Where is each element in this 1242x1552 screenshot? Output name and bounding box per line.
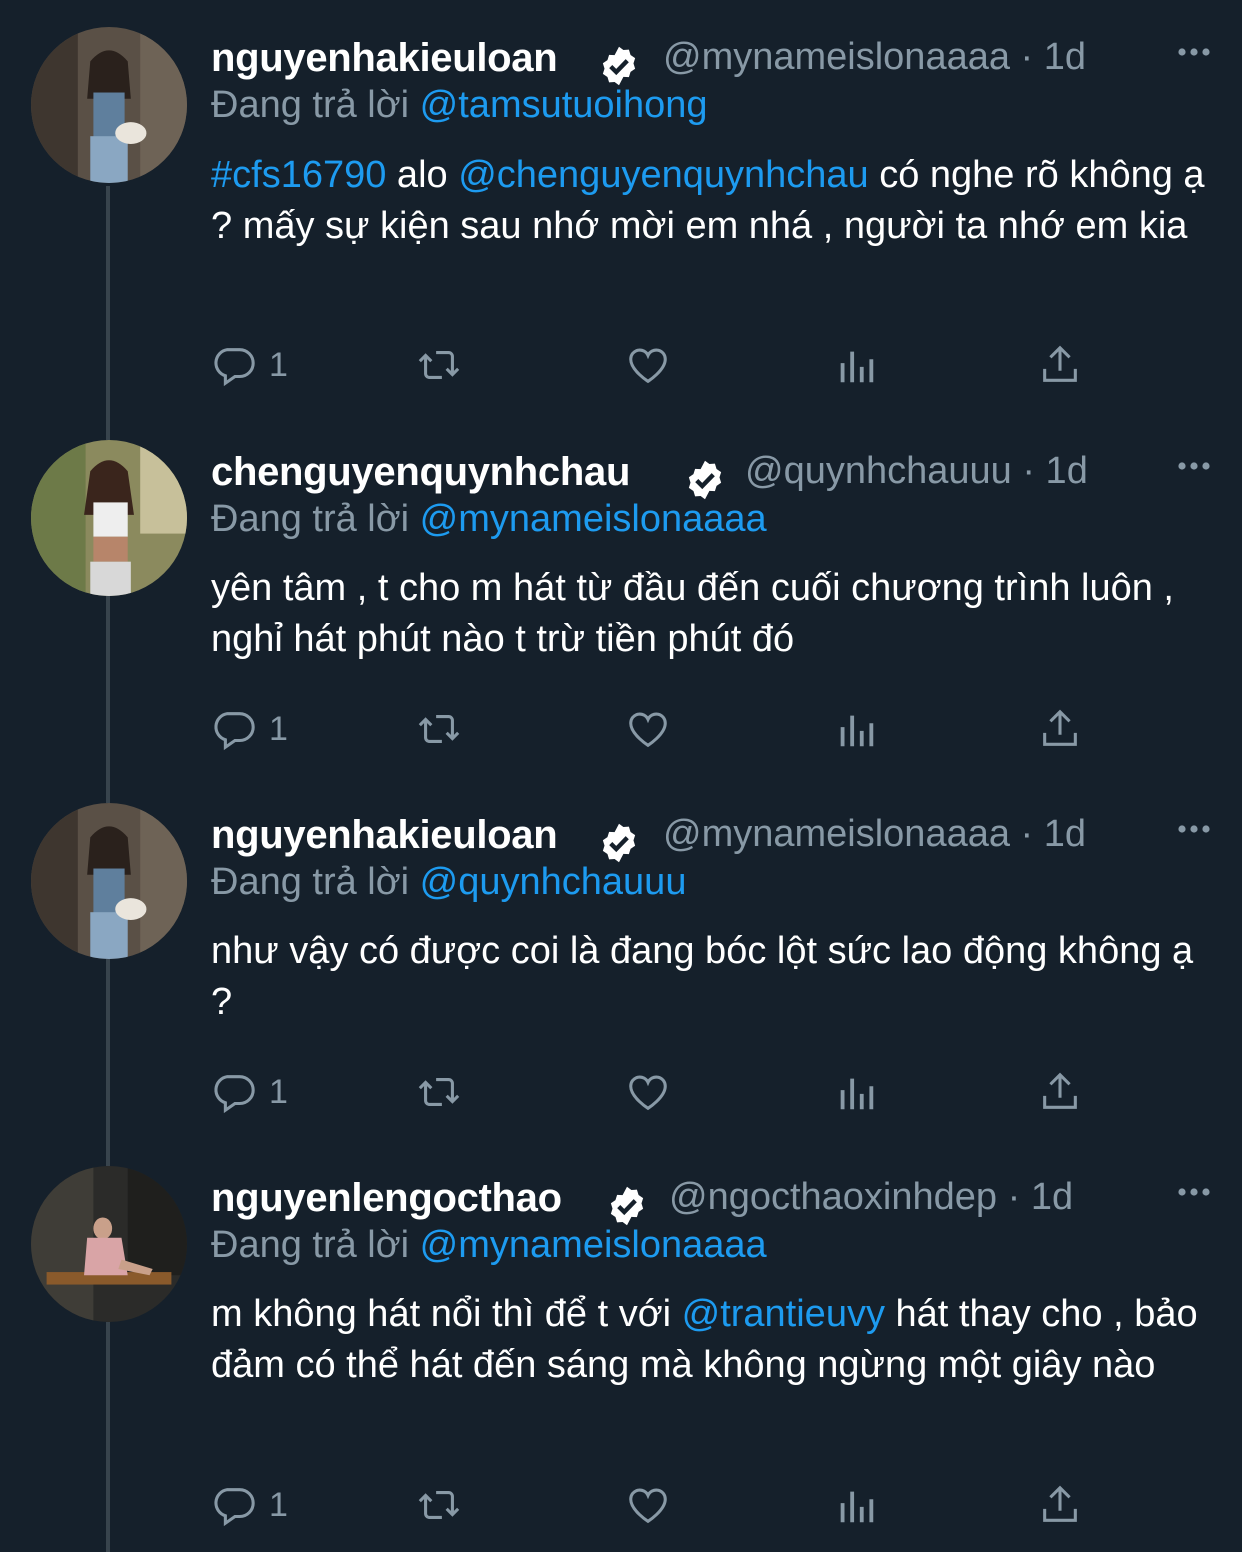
thread-line [106,773,110,803]
mention-link[interactable]: @trantieuvy [682,1293,885,1335]
thread-line [106,410,110,440]
analytics-button[interactable] [833,340,879,390]
like-button[interactable] [625,1067,671,1117]
thread-line [106,959,110,1136]
reply-button[interactable]: 1 [211,704,288,754]
reply-count: 1 [269,709,288,748]
like-button[interactable] [625,704,671,754]
reply-count: 1 [269,1485,288,1524]
reply-icon [214,1075,255,1114]
thread-line [106,1322,110,1552]
handle[interactable]: @mynameislonaaaa [663,36,1010,78]
mention-link[interactable]: @tamsutuoihong [420,84,708,126]
display-name[interactable]: nguyenlengocthao [211,1176,562,1221]
retweet-button[interactable] [416,704,462,754]
share-button[interactable] [1037,1067,1083,1117]
share-icon [1043,709,1077,746]
tweet-actions: 1 [211,1480,1091,1530]
share-icon [1043,1485,1077,1522]
analytics-icon [840,351,874,383]
tweet[interactable]: nguyenhakieuloan @mynameislonaaaa · 1d Đ… [0,0,1242,411]
avatar[interactable] [31,1166,187,1322]
mention-link[interactable]: @mynameislonaaaa [420,1224,767,1266]
verified-badge-icon [602,46,636,86]
handle[interactable]: @mynameislonaaaa [663,813,1010,855]
display-name[interactable]: chenguyenquynhchau [211,450,630,495]
handle[interactable]: @ngocthaoxinhdep [669,1176,997,1218]
replying-to: Đang trả lời @tamsutuoihong [211,84,708,126]
retweet-icon [418,1491,460,1519]
timestamp[interactable]: · 1d [1008,1176,1073,1218]
reply-icon [214,1488,255,1527]
share-icon [1043,345,1077,382]
tweet-actions: 1 [211,340,1091,390]
share-icon [1043,1072,1077,1109]
hashtag-link[interactable]: #cfs16790 [211,154,386,196]
retweet-button[interactable] [416,340,462,390]
verified-badge-icon [602,823,636,863]
like-button[interactable] [625,340,671,390]
retweet-icon [418,351,460,379]
mention-link[interactable]: @chenguyenquynhchau [458,154,868,196]
avatar[interactable] [31,440,187,596]
tweet-text: như vậy có được coi là đang bóc lột sức … [211,930,1194,1023]
more-icon[interactable] [1174,1174,1214,1204]
share-button[interactable] [1037,340,1083,390]
avatar[interactable] [31,803,187,959]
tweet[interactable]: nguyenlengocthao @ngocthaoxinhdep · 1d Đ… [0,1136,1242,1552]
reply-icon [214,712,255,751]
timestamp[interactable]: · 1d [1021,36,1086,78]
replying-to: Đang trả lời @mynameislonaaaa [211,1224,767,1266]
reply-button[interactable]: 1 [211,1480,288,1530]
analytics-button[interactable] [833,704,879,754]
retweet-button[interactable] [416,1067,462,1117]
timestamp[interactable]: · 1d [1021,813,1086,855]
display-name[interactable]: nguyenhakieuloan [211,36,558,81]
tweet-actions: 1 [211,1067,1091,1117]
analytics-icon [840,715,874,747]
tweet-text: m không hát nổi thì để t với @trantieuvy… [211,1293,1198,1386]
tweet[interactable]: nguyenhakieuloan @mynameislonaaaa · 1d Đ… [0,773,1242,1136]
share-button[interactable] [1037,1480,1083,1530]
reply-button[interactable]: 1 [211,340,288,390]
reply-icon [214,348,255,387]
verified-badge-icon [610,1186,644,1226]
tweet-text: yên tâm , t cho m hát từ đầu đến cuối ch… [211,567,1174,660]
analytics-button[interactable] [833,1067,879,1117]
thread-line [106,1136,110,1166]
like-icon [629,1075,667,1111]
like-icon [629,712,667,748]
handle[interactable]: @quynhchauuu [745,450,1012,492]
reply-count: 1 [269,1072,288,1111]
timestamp[interactable]: · 1d [1022,450,1087,492]
more-icon[interactable] [1174,811,1214,841]
display-name[interactable]: nguyenhakieuloan [211,813,558,858]
replying-to: Đang trả lời @quynhchauuu [211,861,687,903]
like-button[interactable] [625,1480,671,1530]
like-icon [629,348,667,384]
analytics-icon [840,1078,874,1110]
avatar[interactable] [31,27,187,183]
reply-count: 1 [269,345,288,384]
retweet-icon [418,715,460,743]
replying-to: Đang trả lời @mynameislonaaaa [211,498,767,540]
tweet-text: #cfs16790 alo @chenguyenquynhchau có ngh… [211,154,1205,247]
tweet[interactable]: chenguyenquynhchau @quynhchauuu · 1d Đan… [0,410,1242,773]
tweet-actions: 1 [211,704,1091,754]
retweet-button[interactable] [416,1480,462,1530]
mention-link[interactable]: @quynhchauuu [420,861,687,903]
more-icon[interactable] [1174,448,1214,478]
reply-button[interactable]: 1 [211,1067,288,1117]
verified-badge-icon [688,460,722,500]
like-icon [629,1488,667,1524]
share-button[interactable] [1037,704,1083,754]
mention-link[interactable]: @mynameislonaaaa [420,498,767,540]
analytics-button[interactable] [833,1480,879,1530]
thread-line [106,186,110,411]
analytics-icon [840,1491,874,1523]
retweet-icon [418,1078,460,1106]
thread-line [106,596,110,773]
more-icon[interactable] [1174,34,1214,64]
